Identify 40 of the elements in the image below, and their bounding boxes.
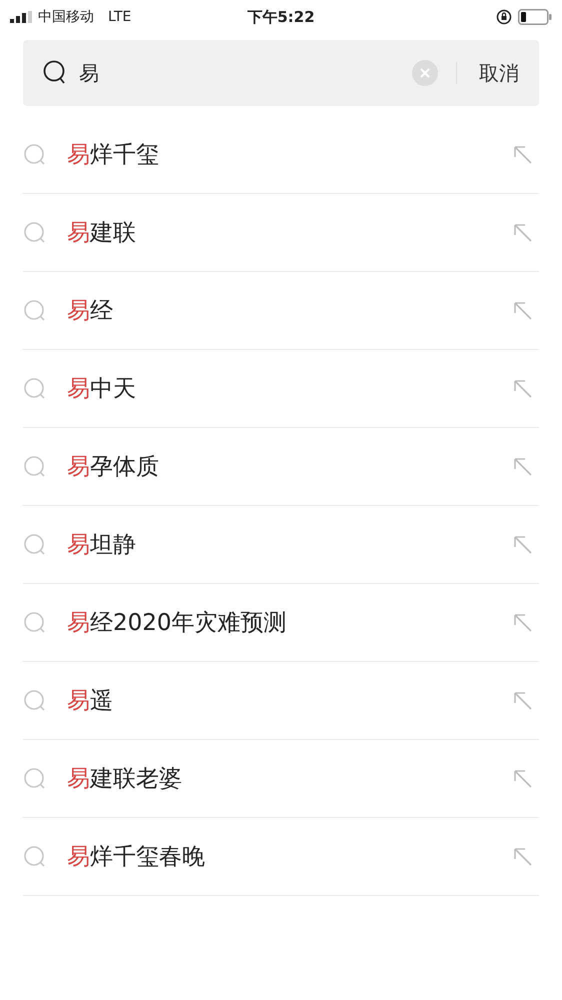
suggestion-text[interactable]: 易建联老婆 xyxy=(67,763,513,794)
suggestion-text[interactable]: 易遥 xyxy=(67,685,513,716)
arrow-icon[interactable] xyxy=(513,456,533,476)
search-icon xyxy=(23,142,47,166)
suggestion-text[interactable]: 易经2020年灾难预测 xyxy=(67,607,513,638)
arrow-icon[interactable] xyxy=(513,768,533,788)
carrier-name: 中国移动 xyxy=(38,8,94,26)
signal-icon xyxy=(10,11,32,23)
clock-time: 下午5:22 xyxy=(247,8,315,26)
search-icon xyxy=(23,220,47,244)
search-icon xyxy=(23,766,47,790)
arrow-icon[interactable] xyxy=(513,144,533,164)
arrow-icon[interactable] xyxy=(513,378,533,398)
battery-icon xyxy=(518,9,552,25)
suggestion-text[interactable]: 易烊千玺 xyxy=(67,139,513,170)
search-icon xyxy=(43,60,67,86)
search-icon xyxy=(23,298,47,322)
search-icon xyxy=(23,376,47,400)
clear-icon[interactable] xyxy=(412,60,438,86)
suggestion-text[interactable]: 易经 xyxy=(67,295,513,326)
arrow-icon[interactable] xyxy=(513,846,533,866)
search-icon xyxy=(23,688,47,712)
suggestion-text[interactable]: 易孕体质 xyxy=(67,451,513,482)
suggestion-text[interactable]: 易建联 xyxy=(67,217,513,248)
rotation-lock-icon xyxy=(496,9,512,25)
arrow-icon[interactable] xyxy=(513,690,533,710)
search-field[interactable]: 易 取消 xyxy=(23,40,539,106)
network-type: LTE xyxy=(108,9,132,25)
suggestion-text[interactable]: 易坦静 xyxy=(67,529,513,560)
suggestion-text[interactable]: 易烊千玺春晚 xyxy=(67,841,513,872)
arrow-icon[interactable] xyxy=(513,534,533,554)
cancel-button[interactable]: 取消 xyxy=(479,56,519,90)
search-icon xyxy=(23,532,47,556)
arrow-icon[interactable] xyxy=(513,300,533,320)
search-icon xyxy=(23,610,47,634)
search-icon xyxy=(23,844,47,868)
suggestion-text[interactable]: 易中天 xyxy=(67,373,513,404)
arrow-icon[interactable] xyxy=(513,222,533,242)
search-icon xyxy=(23,454,47,478)
arrow-icon[interactable] xyxy=(513,612,533,632)
